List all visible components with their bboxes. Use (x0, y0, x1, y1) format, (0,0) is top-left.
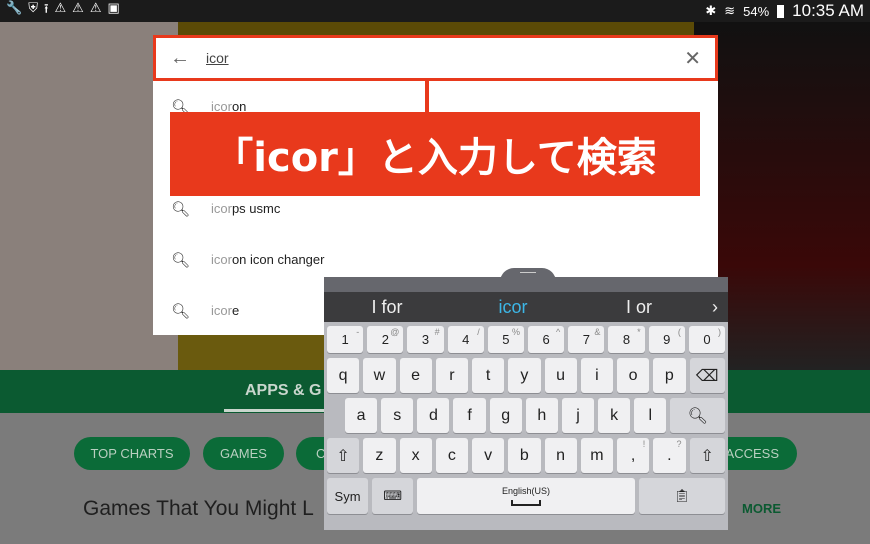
suggestion-prefix: icor (211, 201, 232, 216)
key-9[interactable]: 9( (648, 326, 685, 353)
keyboard-settings-key[interactable]: ⌨ (372, 478, 414, 514)
back-arrow-icon[interactable]: ← (170, 47, 206, 70)
callout-line (425, 81, 429, 113)
key-h[interactable]: h (525, 398, 558, 433)
search-bar[interactable]: ← icor ✕ (153, 35, 718, 81)
tab-indicator (224, 409, 334, 412)
key-v[interactable]: v (472, 438, 505, 473)
key-o[interactable]: o (617, 358, 650, 393)
prediction-bar: I for icor I or › (324, 292, 728, 322)
chevron-right-icon[interactable]: › (702, 297, 728, 318)
status-bar: 🔧 ⛨ ⭱ ⚠ ⚠ ⚠ ▣ ✱ ≋ 54% 10:35 AM (0, 0, 870, 22)
key-6[interactable]: 6 ^ (528, 326, 565, 353)
key-f[interactable]: f (453, 398, 486, 433)
shift-key[interactable]: ⇧ (327, 438, 360, 473)
space-key[interactable]: English(US) (417, 478, 635, 514)
section-title: Games That You Might L (83, 497, 314, 520)
key-t[interactable]: t (472, 358, 505, 393)
key-x[interactable]: x (399, 438, 432, 473)
key-y[interactable]: y (508, 358, 541, 393)
wrench-icon: 🔧 (6, 0, 23, 15)
annotation-banner: 「icor」と入力して検索 (170, 112, 700, 196)
prediction-item[interactable]: I for (324, 297, 450, 318)
key-a[interactable]: a (345, 398, 378, 433)
key-r[interactable]: r (435, 358, 468, 393)
key-row: ⇧ z x c v b n m,!.? ⇧ (327, 438, 725, 473)
warning-icon: ⚠ (72, 0, 84, 15)
key-d[interactable]: d (417, 398, 450, 433)
key-p[interactable]: p (653, 358, 686, 393)
key-z[interactable]: z (363, 438, 396, 473)
search-icon: 🔍︎ (171, 251, 191, 269)
key-4[interactable]: 4/ (447, 326, 484, 353)
suggestion-rest: ps usmc (231, 201, 281, 216)
key-1[interactable]: 1- (327, 326, 364, 353)
key-c[interactable]: c (435, 438, 468, 473)
battery-percent: 54% (743, 3, 770, 19)
search-icon: 🔍︎ (171, 200, 191, 218)
key-7[interactable]: 7 & (568, 326, 605, 353)
chip-games[interactable]: GAMES (203, 437, 284, 470)
key-row: q w e r t y u i o p ⌫ (327, 358, 725, 393)
banner-image-left (0, 22, 178, 370)
key-0[interactable]: 0) (688, 326, 726, 353)
backspace-key[interactable]: ⌫ (689, 358, 725, 393)
clear-icon[interactable]: ✕ (684, 46, 701, 71)
key-b[interactable]: b (508, 438, 541, 473)
search-key[interactable]: 🔍︎ (670, 398, 726, 433)
key-,[interactable]: ,! (617, 438, 650, 473)
bluetooth-icon: ✱ (705, 3, 717, 18)
key-e[interactable]: e (399, 358, 432, 393)
upload-icon: ⭱ (43, 1, 49, 16)
key-j[interactable]: j (561, 398, 595, 433)
key-m[interactable]: m (580, 438, 613, 473)
image-icon: ▣ (107, 0, 120, 15)
suggestion-rest: on icon changer (231, 252, 325, 267)
key-.[interactable]: .? (653, 438, 686, 473)
prediction-item-selected[interactable]: icor (450, 297, 576, 318)
tab-apps-games[interactable]: APPS & G (245, 382, 321, 400)
key-s[interactable]: s (381, 398, 414, 433)
sym-key[interactable]: Sym (327, 478, 369, 514)
battery-icon (777, 4, 785, 18)
chip-top-charts[interactable]: TOP CHARTS (74, 437, 190, 470)
key-3[interactable]: 3 # (407, 326, 444, 353)
search-input[interactable]: icor (206, 50, 684, 66)
wifi-icon: ≋ (724, 3, 736, 18)
key-2[interactable]: 2 @ (367, 326, 404, 353)
key-row: Sym ⌨ English(US) 📋︎ (327, 478, 725, 514)
clock: 10:35 AM (792, 1, 864, 20)
prediction-item[interactable]: I or (576, 297, 702, 318)
key-5[interactable]: 5% (487, 326, 525, 353)
key-i[interactable]: i (580, 358, 613, 393)
more-link[interactable]: MORE (742, 501, 781, 516)
key-row: 1-2 @3 #4/5% 6 ^ 7 & 8 * 9(0) (327, 326, 726, 353)
key-k[interactable]: k (598, 398, 631, 433)
space-key-label: English(US) (501, 486, 550, 496)
key-l[interactable]: l (634, 398, 667, 433)
shield-icon: ⛨ (28, 0, 38, 15)
keyboard: I for icor I or › 1-2 @3 #4/5% 6 ^ 7 & 8 * 9(0) q w… (324, 277, 728, 530)
key-w[interactable]: w (363, 358, 396, 393)
shift-key-right[interactable]: ⇧ (689, 438, 725, 473)
search-icon: 🔍︎ (171, 302, 191, 320)
key-rows: 1-2 @3 #4/5% 6 ^ 7 & 8 * 9(0) q w e r t y u i o p ⌫ a s d f g h j k l… (327, 326, 726, 519)
key-q[interactable]: q (327, 358, 360, 393)
key-g[interactable]: g (489, 398, 522, 433)
warning-icon: ⚠ (89, 0, 102, 15)
space-icon (510, 500, 541, 506)
suggestion-prefix: icor (211, 303, 232, 318)
key-n[interactable]: n (544, 438, 577, 473)
suggestion-prefix: icor (211, 252, 232, 267)
suggestion-rest: e (231, 303, 240, 318)
warning-icon: ⚠ (54, 0, 67, 15)
key-8[interactable]: 8 * (608, 326, 645, 353)
key-u[interactable]: u (544, 358, 577, 393)
keyboard-top-bar (324, 277, 728, 292)
clipboard-key[interactable]: 📋︎ (638, 478, 725, 514)
key-row: a s d f g h j k l 🔍︎ (327, 398, 726, 433)
